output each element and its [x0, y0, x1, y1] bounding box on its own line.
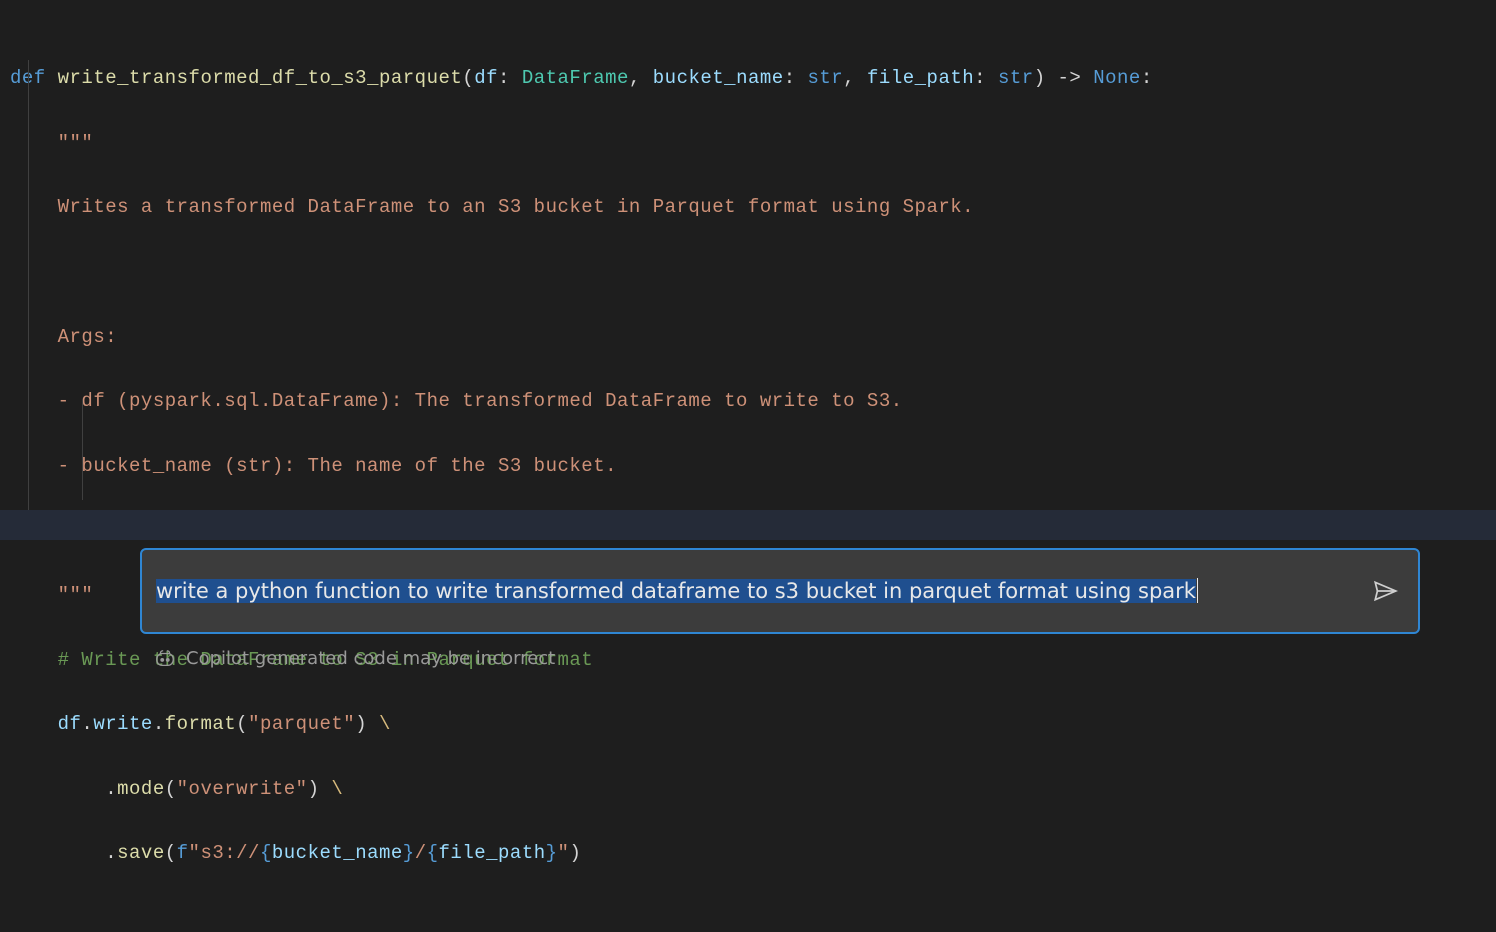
function-name: write_transformed_df_to_s3_parquet — [58, 67, 463, 89]
method-save: save — [117, 842, 165, 864]
docstring-quote-close: """ — [58, 584, 94, 606]
send-icon — [1372, 578, 1398, 604]
code-line: - bucket_name (str): The name of the S3 … — [10, 450, 1486, 482]
code-line: """ — [10, 127, 1486, 159]
param-file-path: file_path — [867, 67, 974, 89]
string-overwrite: "overwrite" — [177, 778, 308, 800]
copilot-chat-input[interactable]: write a python function to write transfo… — [156, 576, 1354, 606]
copilot-footer-text: Copilot generated code may be incorrect — [186, 644, 555, 675]
type-str-2: str — [998, 67, 1034, 89]
method-format: format — [165, 713, 236, 735]
line-continuation: \ — [367, 713, 391, 735]
code-line: - df (pyspark.sql.DataFrame): The transf… — [10, 385, 1486, 417]
code-line: .save(f"s3://{bucket_name}/{file_path}") — [10, 837, 1486, 869]
docstring-arg-bucket: - bucket_name (str): The name of the S3 … — [58, 455, 617, 477]
fstring-s3: "s3:// — [189, 842, 260, 864]
string-parquet: "parquet" — [248, 713, 355, 735]
var-df: df — [58, 713, 82, 735]
text-caret — [1197, 578, 1198, 603]
copilot-chat-input-text: write a python function to write transfo… — [156, 579, 1196, 603]
type-str: str — [808, 67, 844, 89]
copilot-chat-input-container: write a python function to write transfo… — [140, 548, 1420, 634]
code-line: Args: — [10, 321, 1486, 353]
copilot-footer: Copilot generated code may be incorrect — [140, 644, 1420, 675]
code-line: Writes a transformed DataFrame to an S3 … — [10, 191, 1486, 223]
code-line: df.write.format("parquet") \ — [10, 708, 1486, 740]
param-bucket-name: bucket_name — [653, 67, 784, 89]
indent-guide — [28, 60, 29, 512]
copilot-icon — [154, 648, 176, 670]
code-line: def write_transformed_df_to_s3_parquet(d… — [10, 62, 1486, 94]
docstring-args-label: Args: — [58, 326, 118, 348]
fstring-f: f — [177, 842, 189, 864]
indent-guide-2 — [82, 400, 83, 500]
copilot-chat-panel: write a python function to write transfo… — [140, 548, 1420, 675]
panel-separator — [0, 510, 1496, 540]
return-type-none: None — [1093, 67, 1141, 89]
docstring-arg-df: - df (pyspark.sql.DataFrame): The transf… — [58, 390, 903, 412]
method-mode: mode — [117, 778, 165, 800]
type-dataframe: DataFrame — [522, 67, 629, 89]
attr-write: write — [93, 713, 153, 735]
line-continuation-2: \ — [319, 778, 343, 800]
code-editor[interactable]: def write_transformed_df_to_s3_parquet(d… — [0, 0, 1496, 932]
param-df: df — [474, 67, 498, 89]
code-line-blank — [10, 256, 1486, 288]
send-button[interactable] — [1366, 572, 1404, 610]
docstring-quote: """ — [58, 132, 94, 154]
docstring-line: Writes a transformed DataFrame to an S3 … — [58, 196, 974, 218]
code-line: .mode("overwrite") \ — [10, 773, 1486, 805]
